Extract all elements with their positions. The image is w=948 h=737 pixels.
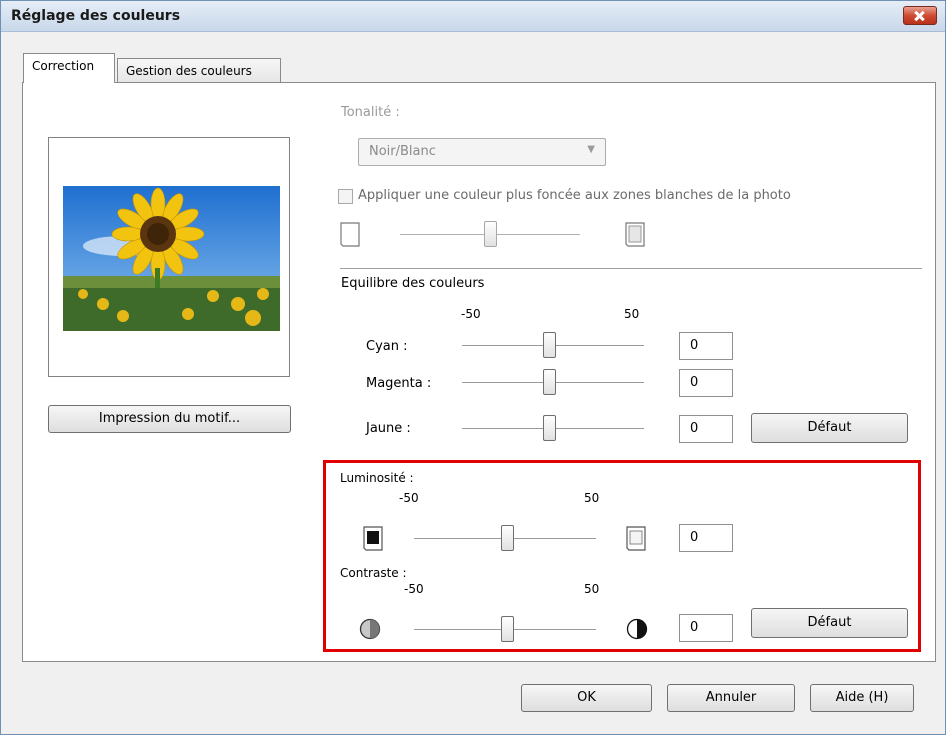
sunflower-preview-image	[63, 186, 280, 331]
gray-page-icon	[625, 222, 645, 247]
color-balance-default-button[interactable]: Défaut	[751, 413, 908, 443]
light-page-icon	[626, 526, 646, 551]
brightness-min-label: -50	[399, 491, 419, 505]
tone-slider-thumb[interactable]	[484, 221, 497, 247]
cyan-label: Cyan :	[366, 339, 408, 354]
contrast-default-button[interactable]: Défaut	[751, 608, 908, 638]
contrast-slider-thumb[interactable]	[501, 616, 514, 642]
yellow-value-field[interactable]: 0	[679, 415, 733, 443]
title-bar: Réglage des couleurs	[1, 1, 945, 32]
low-contrast-icon	[359, 618, 381, 640]
yellow-label: Jaune :	[366, 421, 411, 436]
dialog-title: Réglage des couleurs	[11, 8, 181, 24]
brightness-max-label: 50	[584, 491, 600, 505]
color-balance-min-label: -50	[461, 307, 481, 321]
darker-white-checkbox[interactable]	[338, 189, 353, 204]
tone-combo-value: Noir/Blanc	[369, 144, 436, 159]
white-page-icon	[340, 222, 360, 247]
magenta-label: Magenta :	[366, 376, 432, 391]
yellow-slider-thumb[interactable]	[543, 415, 556, 441]
cyan-value-field[interactable]: 0	[679, 332, 733, 360]
tab-color-management[interactable]: Gestion des couleurs	[117, 58, 281, 84]
brightness-slider-thumb[interactable]	[501, 525, 514, 551]
help-button[interactable]: Aide (H)	[810, 684, 914, 712]
magenta-value-field[interactable]: 0	[679, 369, 733, 397]
tone-combo[interactable]: Noir/Blanc ▼	[358, 138, 606, 166]
section-separator	[340, 268, 922, 269]
contrast-label: Contraste :	[340, 566, 407, 580]
print-pattern-button[interactable]: Impression du motif...	[48, 405, 291, 433]
color-balance-max-label: 50	[624, 307, 640, 321]
cancel-button[interactable]: Annuler	[667, 684, 795, 712]
magenta-slider-thumb[interactable]	[543, 369, 556, 395]
brightness-label: Luminosité :	[340, 471, 414, 485]
contrast-value-field[interactable]: 0	[679, 614, 733, 642]
close-button[interactable]	[903, 6, 937, 25]
preview-frame	[48, 137, 290, 377]
contrast-min-label: -50	[404, 582, 424, 596]
high-contrast-icon	[626, 618, 648, 640]
chevron-down-icon: ▼	[587, 144, 595, 155]
cyan-slider-thumb[interactable]	[543, 332, 556, 358]
tab-correction[interactable]: Correction	[23, 53, 115, 83]
color-balance-heading: Equilibre des couleurs	[341, 276, 485, 291]
dark-page-icon	[363, 526, 383, 551]
darker-white-checkbox-label: Appliquer une couleur plus foncée aux zo…	[358, 188, 791, 203]
brightness-value-field[interactable]: 0	[679, 524, 733, 552]
contrast-max-label: 50	[584, 582, 600, 596]
ok-button[interactable]: OK	[521, 684, 652, 712]
tone-label: Tonalité :	[341, 105, 400, 120]
